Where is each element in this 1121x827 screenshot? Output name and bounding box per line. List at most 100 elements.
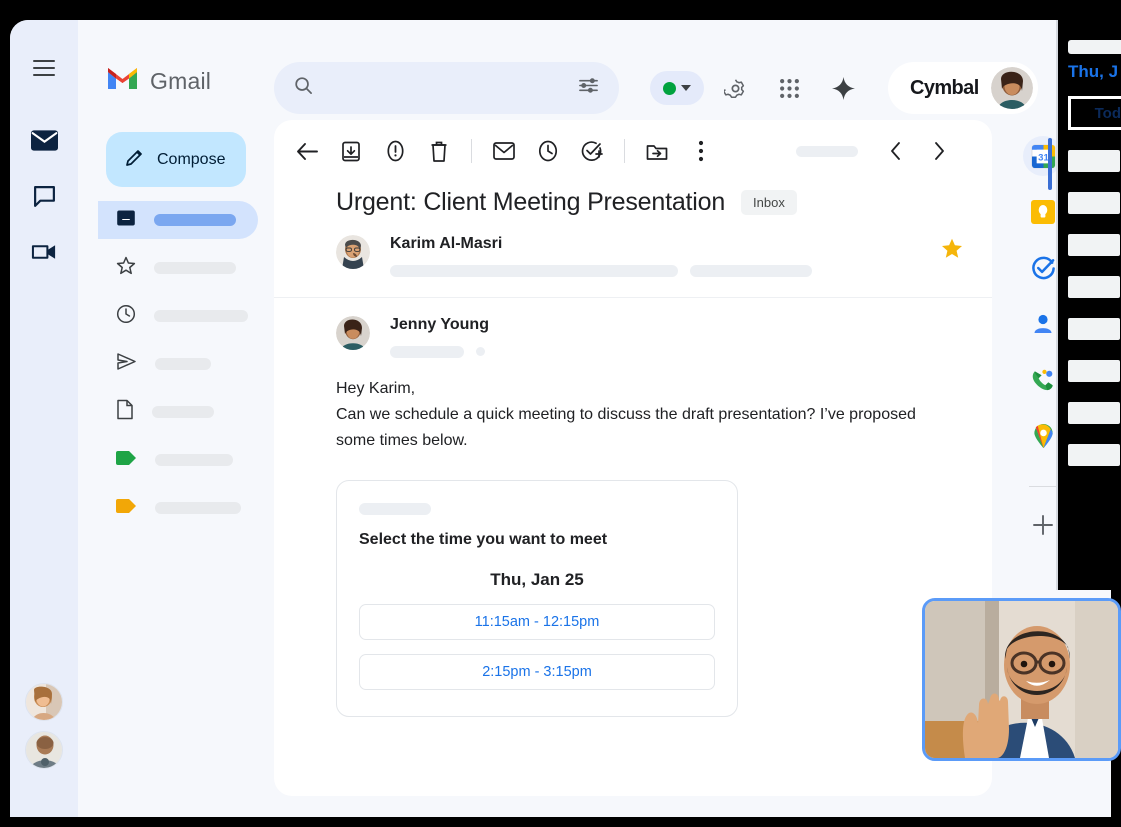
sidebar-item-label-green[interactable] bbox=[98, 441, 258, 479]
envelope-icon[interactable] bbox=[483, 130, 525, 172]
header-actions: Cymbal bbox=[650, 62, 1038, 114]
calendar-placeholder-bar bbox=[1068, 40, 1121, 54]
time-card-title: Select the time you want to meet bbox=[359, 531, 608, 548]
sidebar-item-label-placeholder bbox=[155, 358, 211, 370]
sidebar-item-drafts[interactable] bbox=[98, 393, 258, 431]
calendar-slot[interactable] bbox=[1068, 234, 1120, 256]
calendar-slot[interactable] bbox=[1068, 192, 1120, 214]
message-snippet-placeholder bbox=[390, 346, 964, 358]
message-header-row[interactable]: Karim Al-Masri bbox=[274, 217, 992, 298]
calendar-today-label: Tod bbox=[1094, 104, 1121, 122]
time-slot-button[interactable]: 2:15pm - 3:15pm bbox=[359, 654, 715, 690]
search-input[interactable] bbox=[327, 79, 578, 97]
toolbar-divider bbox=[471, 139, 472, 163]
status-dot bbox=[663, 81, 676, 95]
time-card-date: Thu, Jan 25 bbox=[490, 570, 584, 589]
sidebar-item-label-placeholder bbox=[155, 454, 233, 466]
label-yellow-icon bbox=[116, 498, 137, 518]
sparkle-icon[interactable] bbox=[820, 65, 866, 111]
account-chip[interactable]: Cymbal bbox=[888, 62, 1038, 114]
calendar-slot[interactable] bbox=[1068, 360, 1120, 382]
sidebar-item-label-yellow[interactable] bbox=[98, 489, 258, 527]
chevron-right-icon[interactable] bbox=[918, 130, 960, 172]
chat-icon[interactable] bbox=[22, 174, 66, 218]
search-bar[interactable] bbox=[274, 62, 619, 114]
inbox-icon bbox=[116, 208, 136, 233]
sidebar-item-sent[interactable] bbox=[98, 345, 258, 383]
message-meta: Jenny Young bbox=[390, 316, 964, 358]
body-line: Can we schedule a quick meeting to discu… bbox=[336, 406, 916, 449]
avatar[interactable] bbox=[990, 67, 1033, 109]
message-count-placeholder bbox=[796, 145, 858, 157]
move-to-folder-icon[interactable] bbox=[636, 130, 678, 172]
avatar bbox=[336, 235, 370, 269]
email-reading-pane: Urgent: Client Meeting Presentation Inbo… bbox=[274, 120, 992, 796]
video-camera-icon[interactable] bbox=[22, 230, 66, 274]
label-green-icon bbox=[116, 450, 137, 470]
status-badge[interactable]: Inbox bbox=[741, 190, 797, 215]
mail-toolbar bbox=[274, 120, 992, 182]
draft-document-icon bbox=[116, 399, 134, 425]
sidebar-item-snoozed[interactable] bbox=[98, 297, 258, 335]
calendar-overlay-content: Thu, J Tod bbox=[1058, 20, 1121, 466]
message-body: Hey Karim, Can we schedule a quick meeti… bbox=[274, 358, 992, 454]
message-sender: Jenny Young bbox=[390, 316, 489, 333]
gmail-m-logo bbox=[106, 66, 139, 96]
gear-icon[interactable] bbox=[712, 65, 758, 111]
status-chip[interactable] bbox=[650, 71, 704, 105]
calendar-slot[interactable] bbox=[1068, 150, 1120, 172]
star-outline-icon bbox=[116, 256, 136, 281]
sidebar-item-label-placeholder bbox=[154, 262, 236, 274]
pencil-icon bbox=[124, 148, 144, 171]
gmail-brand[interactable]: Gmail bbox=[106, 66, 211, 96]
back-arrow-icon[interactable] bbox=[286, 130, 328, 172]
calendar-slot[interactable] bbox=[1068, 276, 1120, 298]
sidebar-item-starred[interactable] bbox=[98, 249, 258, 287]
sidebar-item-list bbox=[78, 201, 274, 527]
star-icon[interactable] bbox=[940, 237, 964, 266]
compose-button[interactable]: Compose bbox=[106, 132, 246, 187]
sidebar-item-inbox[interactable] bbox=[98, 201, 258, 239]
body-line: Hey Karim, bbox=[336, 380, 416, 397]
send-icon bbox=[116, 352, 137, 376]
sidebar-item-label-placeholder bbox=[155, 502, 241, 514]
calendar-slot[interactable] bbox=[1068, 318, 1120, 340]
sidebar-item-label-placeholder bbox=[154, 214, 236, 226]
meeting-time-card: Select the time you want to meet Thu, Ja… bbox=[336, 480, 738, 717]
side-panel-scrollbar[interactable] bbox=[1048, 138, 1052, 190]
clock-icon[interactable] bbox=[527, 130, 569, 172]
menu-icon[interactable] bbox=[22, 46, 66, 90]
grid-apps-icon[interactable] bbox=[766, 65, 812, 111]
calendar-side-panel-overlay: Thu, J Tod bbox=[1056, 20, 1121, 590]
subject-row: Urgent: Client Meeting Presentation Inbo… bbox=[274, 182, 992, 217]
page-title: Urgent: Client Meeting Presentation bbox=[336, 188, 726, 216]
more-vert-icon[interactable] bbox=[680, 130, 722, 172]
top-header: Gmail Cymbal bbox=[78, 20, 1111, 116]
avatar[interactable] bbox=[25, 731, 63, 769]
message-pagination bbox=[874, 130, 960, 172]
calendar-today-button[interactable]: Tod bbox=[1068, 96, 1121, 130]
calendar-slot[interactable] bbox=[1068, 402, 1120, 424]
account-name: Cymbal bbox=[910, 76, 979, 99]
compose-label: Compose bbox=[157, 150, 226, 168]
message-header-row[interactable]: Jenny Young bbox=[274, 298, 992, 358]
calendar-slot[interactable] bbox=[1068, 444, 1120, 466]
report-spam-icon[interactable] bbox=[374, 130, 416, 172]
calendar-date: Thu, J bbox=[1068, 62, 1119, 81]
check-circle-plus-icon[interactable] bbox=[571, 130, 613, 172]
message-snippet-placeholder bbox=[390, 265, 940, 277]
avatar bbox=[336, 316, 370, 350]
mail-icon[interactable] bbox=[22, 118, 66, 162]
archive-icon[interactable] bbox=[330, 130, 372, 172]
gmail-wordmark: Gmail bbox=[150, 67, 212, 94]
video-call-thumbnail[interactable] bbox=[922, 598, 1121, 761]
sidebar-item-label-placeholder bbox=[152, 406, 214, 418]
chevron-left-icon[interactable] bbox=[874, 130, 916, 172]
tune-icon[interactable] bbox=[578, 75, 599, 101]
sidebar-nav: Compose bbox=[78, 116, 274, 817]
avatar[interactable] bbox=[25, 683, 63, 721]
time-slot-button[interactable]: 11:15am - 12:15pm bbox=[359, 604, 715, 640]
trash-icon[interactable] bbox=[418, 130, 460, 172]
message-sender: Karim Al-Masri bbox=[390, 235, 503, 252]
sidebar-item-label-placeholder bbox=[154, 310, 248, 322]
